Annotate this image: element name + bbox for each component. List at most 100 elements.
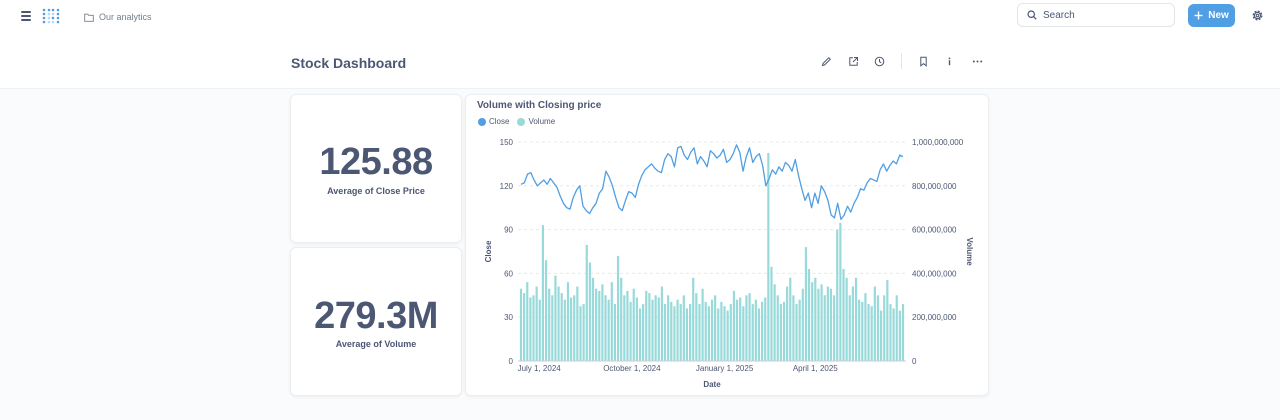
volume-bar bbox=[848, 295, 851, 361]
volume-bar bbox=[548, 288, 551, 361]
volume-bar bbox=[682, 295, 685, 361]
volume-bar bbox=[557, 286, 560, 361]
volume-bar bbox=[792, 295, 795, 361]
volume-bar bbox=[761, 301, 764, 361]
volume-bar bbox=[748, 293, 751, 361]
y2-tick-label: 200,000,000 bbox=[912, 313, 957, 322]
toolbar-divider bbox=[901, 53, 902, 69]
volume-bar bbox=[544, 260, 548, 361]
volume-bar bbox=[892, 308, 895, 361]
volume-bar bbox=[789, 277, 792, 361]
kpi-card-close[interactable]: 125.88 Average of Close Price bbox=[290, 94, 462, 243]
history-icon bbox=[874, 56, 884, 66]
volume-bar bbox=[726, 310, 729, 361]
volume-bar bbox=[582, 304, 585, 361]
volume-bar bbox=[776, 295, 779, 361]
volume-bar bbox=[585, 244, 588, 361]
x-tick-label: October 1, 2024 bbox=[603, 364, 661, 373]
volume-bar bbox=[735, 299, 739, 361]
more-button[interactable] bbox=[970, 54, 984, 68]
volume-bar bbox=[901, 304, 905, 361]
share-icon bbox=[848, 56, 858, 66]
volume-bar bbox=[660, 286, 663, 361]
volume-bar bbox=[638, 308, 642, 361]
volume-bar bbox=[598, 290, 601, 361]
kpi-value: 125.88 bbox=[319, 141, 433, 183]
volume-bar bbox=[588, 262, 591, 361]
volume-bar bbox=[873, 286, 876, 361]
volume-bar bbox=[573, 295, 576, 361]
volume-bar bbox=[773, 284, 776, 361]
volume-bar bbox=[685, 308, 689, 361]
volume-bar bbox=[851, 286, 854, 361]
new-button[interactable]: New bbox=[1188, 4, 1235, 27]
gear-icon[interactable] bbox=[1251, 9, 1264, 22]
volume-bar bbox=[692, 277, 695, 361]
volume-bar bbox=[770, 266, 773, 361]
volume-bar bbox=[620, 277, 623, 361]
x-tick-label: January 1, 2025 bbox=[696, 364, 754, 373]
volume-bar bbox=[717, 308, 720, 361]
volume-bar bbox=[701, 288, 704, 361]
logo-icon[interactable] bbox=[42, 8, 60, 24]
volume-bar bbox=[541, 225, 545, 361]
volume-bar bbox=[642, 304, 645, 361]
volume-bar bbox=[651, 299, 654, 361]
volume-bar bbox=[820, 284, 823, 361]
search-input[interactable]: Search bbox=[1017, 3, 1175, 27]
volume-bar bbox=[529, 297, 532, 361]
history-button[interactable] bbox=[872, 54, 886, 68]
volume-bar bbox=[645, 290, 648, 361]
top-bar: Our analytics Search New Stock Dashboard bbox=[0, 0, 1280, 89]
volume-bar bbox=[591, 277, 595, 361]
pencil-icon bbox=[821, 56, 831, 66]
volume-bar bbox=[679, 304, 682, 361]
volume-bar bbox=[629, 301, 632, 361]
volume-bar bbox=[739, 297, 742, 361]
volume-bar bbox=[842, 269, 845, 361]
volume-bar bbox=[898, 310, 901, 361]
volume-bar bbox=[610, 282, 613, 361]
volume-bar bbox=[526, 282, 529, 361]
volume-bar bbox=[676, 299, 679, 361]
volume-bar bbox=[845, 277, 848, 361]
kpi-card-volume[interactable]: 279.3M Average of Volume bbox=[290, 247, 462, 396]
volume-bar bbox=[826, 286, 829, 361]
volume-bar bbox=[576, 286, 579, 361]
info-button[interactable] bbox=[942, 54, 956, 68]
breadcrumb[interactable]: Our analytics bbox=[84, 10, 152, 24]
volume-bar bbox=[889, 304, 892, 361]
close-line bbox=[520, 144, 904, 221]
volume-bar bbox=[864, 293, 867, 361]
volume-bar bbox=[566, 282, 570, 361]
chart-card[interactable]: Volume with Closing price Close Volume 0… bbox=[465, 94, 989, 396]
volume-bar bbox=[532, 295, 535, 361]
volume-bar bbox=[754, 299, 757, 361]
volume-bar bbox=[667, 295, 670, 361]
bookmark-button[interactable] bbox=[916, 54, 930, 68]
y-tick-label: 60 bbox=[504, 269, 513, 278]
volume-bar bbox=[817, 288, 820, 361]
folder-icon bbox=[84, 13, 94, 22]
volume-bar bbox=[858, 299, 861, 361]
volume-bar bbox=[601, 284, 604, 361]
share-button[interactable] bbox=[846, 54, 860, 68]
menu-icon[interactable] bbox=[21, 11, 31, 21]
volume-bar bbox=[616, 255, 620, 361]
volume-bar bbox=[551, 295, 554, 361]
y2-axis-title: Volume bbox=[965, 237, 974, 266]
y-tick-label: 150 bbox=[500, 138, 514, 147]
edit-button[interactable] bbox=[819, 54, 833, 68]
y-axis-title: Close bbox=[484, 240, 493, 262]
volume-bar bbox=[720, 301, 723, 361]
volume-bar bbox=[839, 223, 842, 361]
more-icon bbox=[972, 60, 982, 62]
volume-bar bbox=[757, 308, 761, 361]
volume-bar bbox=[657, 297, 660, 361]
volume-bar bbox=[632, 288, 635, 361]
volume-bar bbox=[870, 306, 873, 361]
volume-bar bbox=[745, 295, 748, 361]
y-tick-label: 0 bbox=[509, 357, 514, 366]
volume-bar bbox=[570, 297, 573, 361]
volume-bar bbox=[688, 304, 692, 361]
